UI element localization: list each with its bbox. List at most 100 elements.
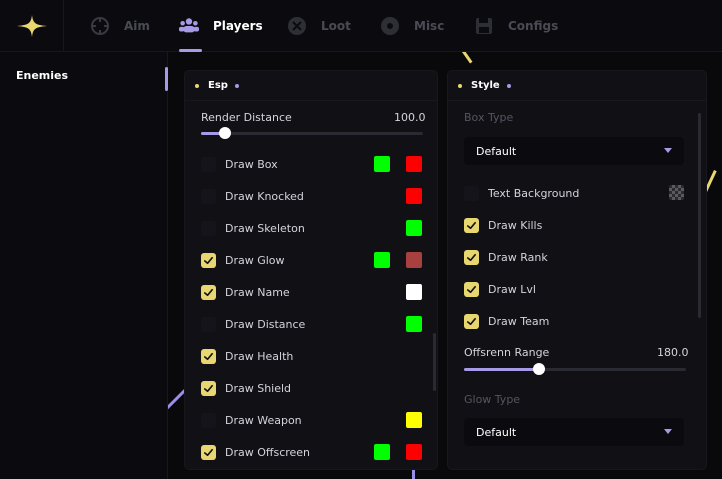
esp-panel-title: Esp — [208, 80, 228, 91]
checkbox-row[interactable]: Draw Knocked — [201, 188, 304, 204]
tab-aim-label: Aim — [124, 19, 150, 33]
checkbox-unchecked[interactable] — [201, 412, 216, 428]
text-background-color-swatch[interactable] — [669, 185, 684, 200]
tab-configs[interactable]: Configs — [474, 0, 558, 52]
tab-misc[interactable]: Misc — [380, 0, 444, 52]
style-panel-title: Style — [471, 80, 500, 91]
header-dot-icon — [458, 83, 462, 88]
tab-configs-label: Configs — [508, 19, 559, 33]
checkbox-checked[interactable] — [201, 284, 216, 300]
checkbox-label: Draw Health — [225, 349, 294, 363]
glow-type-value: Default — [476, 425, 517, 439]
header-dot-icon — [234, 83, 239, 88]
offscreen-range-slider-knob[interactable] — [533, 363, 546, 375]
box-type-dropdown[interactable]: Default — [464, 137, 684, 165]
sparkle-logo-icon — [16, 15, 47, 37]
checkbox-row[interactable]: Draw Weapon — [201, 412, 302, 428]
checkbox-row[interactable]: Draw Shield — [201, 380, 291, 396]
offscreen-range-label: Offsrenn Range — [464, 346, 550, 359]
checkbox-label: Draw Box — [225, 157, 278, 171]
render-distance-value: 100.0 — [394, 111, 426, 124]
checkbox-checked[interactable] — [201, 380, 216, 396]
esp-panel-header: Esp — [185, 71, 437, 101]
style-panel-scrollbar[interactable] — [698, 113, 701, 318]
checkbox-checked[interactable] — [201, 348, 216, 364]
esp-panel-scrollbar[interactable] — [433, 333, 436, 391]
checkbox-row[interactable]: Draw Kills — [464, 217, 542, 233]
checkbox-row[interactable]: Draw Rank — [464, 249, 548, 265]
offscreen-range-value: 180.0 — [657, 346, 689, 359]
style-panel-header: Style — [448, 71, 706, 101]
tab-misc-label: Misc — [414, 19, 445, 33]
checkbox-row[interactable]: Draw Distance — [201, 316, 305, 332]
color-swatch[interactable] — [406, 412, 422, 428]
users-icon — [179, 16, 199, 36]
style-panel: Style Box Type Default Text Background Dr… — [447, 70, 707, 470]
color-swatch[interactable] — [406, 156, 422, 172]
checkbox-unchecked[interactable] — [201, 220, 216, 236]
checkbox-row[interactable]: Draw Health — [201, 348, 293, 364]
checkbox-checked[interactable] — [464, 281, 479, 297]
tab-loot[interactable]: Loot — [287, 0, 351, 52]
checkbox-row[interactable]: Draw Name — [201, 284, 290, 300]
background-accent-line — [462, 50, 473, 64]
color-swatch[interactable] — [406, 252, 422, 268]
checkbox-checked[interactable] — [201, 444, 216, 460]
render-distance-slider[interactable] — [201, 127, 423, 139]
tab-players[interactable]: Players — [179, 0, 263, 52]
checkbox-label: Draw Rank — [488, 250, 548, 264]
checkbox-unchecked[interactable] — [201, 316, 216, 332]
loot-icon — [287, 16, 307, 36]
color-swatch[interactable] — [374, 252, 390, 268]
checkbox-label: Draw Team — [488, 314, 550, 328]
offscreen-range-slider[interactable] — [464, 363, 686, 375]
checkbox-label: Draw Distance — [225, 317, 306, 331]
checkbox-label: Draw Shield — [225, 381, 292, 395]
sidebar-active-indicator — [165, 67, 168, 91]
top-navigation-bar: Aim Players Loot Misc Configs — [0, 0, 722, 52]
checkbox-row[interactable]: Draw Glow — [201, 252, 285, 268]
color-swatch[interactable] — [406, 316, 422, 332]
sidebar: Enemies — [0, 52, 168, 479]
checkbox-row[interactable]: Draw Lvl — [464, 281, 536, 297]
checkbox-label: Draw Kills — [488, 218, 543, 232]
checkbox-checked[interactable] — [464, 217, 479, 233]
checkbox-checked[interactable] — [201, 252, 216, 268]
color-swatch[interactable] — [406, 444, 422, 460]
box-type-value: Default — [476, 144, 517, 158]
save-icon — [474, 16, 494, 36]
header-dot-icon — [506, 83, 511, 88]
color-swatch[interactable] — [406, 188, 422, 204]
tab-aim[interactable]: Aim — [90, 0, 150, 52]
header-dot-icon — [195, 83, 199, 88]
checkbox-label: Draw Skeleton — [225, 221, 305, 235]
checkbox-label: Draw Weapon — [225, 413, 302, 427]
checkbox-checked[interactable] — [464, 249, 479, 265]
color-swatch[interactable] — [374, 156, 390, 172]
tab-loot-label: Loot — [321, 19, 351, 33]
render-distance-slider-knob[interactable] — [219, 127, 232, 139]
checkbox-label: Draw Lvl — [488, 282, 536, 296]
checkbox-row[interactable]: Draw Skeleton — [201, 220, 305, 236]
checkbox-row[interactable]: Text Background — [464, 185, 579, 201]
esp-panel: Esp Render Distance 100.0 Draw Box Draw K… — [184, 70, 438, 470]
color-swatch[interactable] — [406, 284, 422, 300]
sidebar-item-enemies[interactable]: Enemies — [16, 69, 68, 82]
render-distance-label: Render Distance — [201, 111, 292, 124]
checkbox-unchecked[interactable] — [201, 188, 216, 204]
color-swatch[interactable] — [374, 444, 390, 460]
checkbox-row[interactable]: Draw Team — [464, 313, 549, 329]
crosshair-icon — [90, 16, 110, 36]
checkbox-unchecked[interactable] — [464, 185, 479, 201]
checkbox-label: Text Background — [488, 186, 580, 200]
chevron-down-icon — [664, 148, 672, 153]
checkbox-row[interactable]: Draw Offscreen — [201, 444, 310, 460]
glow-type-dropdown[interactable]: Default — [464, 418, 684, 446]
color-swatch[interactable] — [406, 220, 422, 236]
checkbox-label: Draw Offscreen — [225, 445, 311, 459]
box-type-label: Box Type — [464, 111, 514, 124]
checkbox-row[interactable]: Draw Box — [201, 156, 278, 172]
checkbox-unchecked[interactable] — [201, 156, 216, 172]
logo — [0, 0, 64, 52]
checkbox-checked[interactable] — [464, 313, 479, 329]
